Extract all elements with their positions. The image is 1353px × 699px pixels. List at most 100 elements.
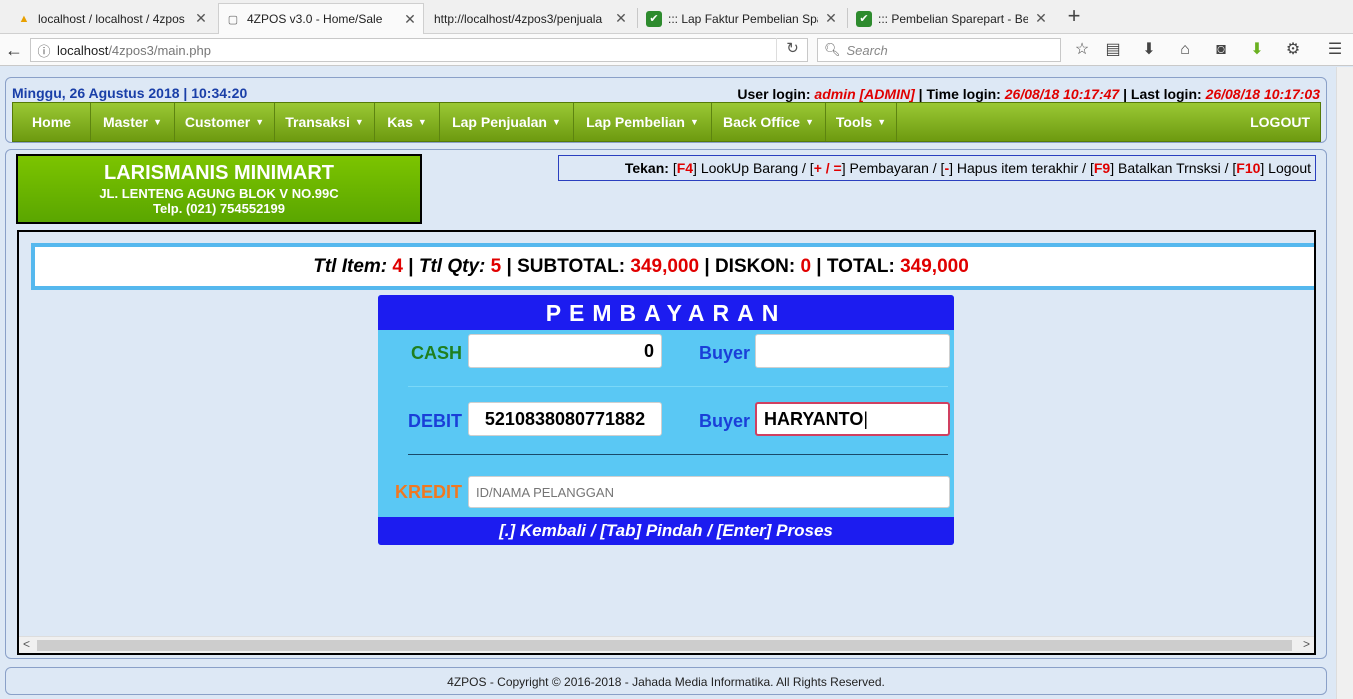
tab-title: ::: Lap Faktur Pembelian Spa <box>668 11 818 26</box>
total-label: TOTAL: <box>826 255 895 277</box>
diskon-value: 0 <box>800 255 812 277</box>
debit-card-input[interactable]: 5210838080771882 <box>468 402 662 436</box>
pocket-icon[interactable]: ◙ <box>1210 40 1232 62</box>
hotkey-desc: Pembayaran <box>849 160 929 176</box>
hotkey-desc: Hapus item terakhir <box>956 160 1079 176</box>
close-tab-icon[interactable]: ✕ <box>403 11 417 28</box>
hotkeys-prefix: Tekan: <box>624 160 673 176</box>
caret-down-icon: ▼ <box>689 117 699 127</box>
browser-tab-penjualan[interactable]: http://localhost/4zpos3/penjuala ✕ <box>428 3 634 34</box>
menu-kas[interactable]: Kas ▼ <box>375 103 440 141</box>
tab-title: http://localhost/4zpos3/penjuala <box>434 11 603 26</box>
tab-title: ::: Pembelian Sparepart - Ber <box>878 11 1028 26</box>
horizontal-scrollbar[interactable]: < > <box>19 636 1314 653</box>
shield-icon: ✔ <box>856 10 872 27</box>
tab-divider <box>637 8 638 28</box>
caret-down-icon: ▼ <box>153 117 163 127</box>
cash-buyer-input[interactable] <box>755 334 950 368</box>
debit-label: DEBIT <box>408 411 462 431</box>
menu-home[interactable]: Home <box>13 103 91 141</box>
hotkey-desc: Logout <box>1268 160 1311 176</box>
tab-title: 4ZPOS v3.0 - Home/Sale <box>247 12 383 26</box>
caret-down-icon: ▼ <box>417 117 427 127</box>
page-footer: 4ZPOS - Copyright © 2016-2018 - Jahada M… <box>5 667 1327 695</box>
time-login-label: Time login: <box>926 86 1001 102</box>
transaction-summary: Ttl Item: 4 | Ttl Qty: 5 | SUBTOTAL: 349… <box>31 243 1314 290</box>
hotkey-key: + / = <box>813 160 842 176</box>
vertical-scrollbar[interactable] <box>1336 67 1353 699</box>
browser-tab-phpmyadmin[interactable]: ▲ localhost / localhost / 4zpos ✕ <box>10 3 214 34</box>
back-arrow-icon[interactable]: ← <box>2 38 26 62</box>
store-address: JL. LENTENG AGUNG BLOK V NO.99C <box>99 186 339 201</box>
close-tab-icon[interactable]: ✕ <box>1034 10 1048 27</box>
menu-lap-penjualan[interactable]: Lap Penjualan ▼ <box>440 103 574 141</box>
hotkey-desc: LookUp Barang <box>700 160 799 176</box>
new-tab-button[interactable]: + <box>1062 5 1086 29</box>
divider <box>408 386 948 387</box>
subtotal-label: SUBTOTAL: <box>517 255 626 277</box>
hotkey-key: F9 <box>1093 160 1111 176</box>
scroll-thumb[interactable] <box>37 640 1292 651</box>
addon-gear-icon[interactable]: ⚙ <box>1282 40 1304 62</box>
caret-down-icon: ▼ <box>877 117 887 127</box>
scroll-left-icon[interactable]: < <box>23 637 30 651</box>
divider <box>408 454 948 455</box>
download-icon[interactable]: ⬇ <box>1138 40 1160 62</box>
login-info: User login: admin [ADMIN] | Time login: … <box>737 86 1320 102</box>
browser-tab-pembelian-sparepart[interactable]: ✔ ::: Pembelian Sparepart - Ber ✕ <box>850 3 1054 34</box>
caret-down-icon: ▼ <box>805 117 814 127</box>
close-tab-icon[interactable]: ✕ <box>824 10 838 27</box>
menu-back-office[interactable]: Back Office ▼ <box>712 103 826 141</box>
home-icon[interactable]: ⌂ <box>1174 40 1196 62</box>
reload-icon[interactable]: ↻ <box>776 38 808 62</box>
total-value: 349,000 <box>900 255 969 277</box>
tab-divider <box>847 8 848 28</box>
scroll-right-icon[interactable]: > <box>1303 637 1310 651</box>
payment-dialog: PEMBAYARAN CASH 0 Buyer DEBIT 5210838080… <box>378 295 954 545</box>
menu-customer[interactable]: Customer ▼ <box>175 103 275 141</box>
page-icon: ▢ <box>227 13 239 26</box>
page-viewport: Minggu, 26 Agustus 2018 | 10:34:20 User … <box>0 67 1353 699</box>
debit-buyer-input[interactable]: HARYANTO | <box>755 402 950 436</box>
browser-tab-bar: ▲ localhost / localhost / 4zpos ✕ ▢ 4ZPO… <box>0 0 1353 34</box>
current-datetime: Minggu, 26 Agustus 2018 | 10:34:20 <box>12 85 248 101</box>
menu-transaksi[interactable]: Transaksi ▼ <box>275 103 375 141</box>
caret-down-icon: ▼ <box>552 117 561 127</box>
menu-lap-pembelian[interactable]: Lap Pembelian ▼ <box>574 103 712 141</box>
menu-tools[interactable]: Tools ▼ <box>826 103 897 141</box>
caret-down-icon: ▼ <box>354 117 364 127</box>
hotkey-key: - <box>944 160 950 176</box>
kredit-customer-input[interactable] <box>468 476 950 508</box>
addon-download-icon[interactable]: ⬇ <box>1246 40 1268 62</box>
tab-title: localhost / localhost / 4zpos <box>38 11 185 26</box>
logout-button[interactable]: LOGOUT <box>1250 103 1310 141</box>
close-tab-icon[interactable]: ✕ <box>194 10 208 27</box>
url-text: localhost/4zpos3/main.php <box>57 42 211 58</box>
cash-input[interactable]: 0 <box>468 334 662 368</box>
info-icon[interactable]: ⓘ <box>31 41 57 60</box>
ttl-qty-label: Ttl Qty: <box>418 255 486 277</box>
hamburger-menu-icon[interactable]: ☰ <box>1324 40 1346 62</box>
payment-title: PEMBAYARAN <box>378 295 954 330</box>
ttl-item-label: Ttl Item: <box>313 255 388 277</box>
diskon-label: DISKON: <box>714 255 796 277</box>
browser-tab-4zpos[interactable]: ▢ 4ZPOS v3.0 - Home/Sale ✕ <box>218 3 424 34</box>
reading-list-icon[interactable]: ▤ <box>1102 40 1124 62</box>
search-input[interactable]: 🔍︎ Search <box>817 38 1061 62</box>
star-icon[interactable]: ☆ <box>1071 40 1093 62</box>
store-name: LARISMANIS MINIMART <box>104 162 334 184</box>
debit-buyer-label: Buyer <box>698 411 750 431</box>
cash-label: CASH <box>410 343 462 363</box>
last-login-value: 26/08/18 10:17:03 <box>1205 86 1320 102</box>
main-menu-bar: Home Master ▼ Customer ▼ Transaksi ▼ Kas ▼ L… <box>12 102 1321 142</box>
subtotal-value: 349,000 <box>630 255 700 277</box>
menu-master[interactable]: Master ▼ <box>91 103 175 141</box>
url-bar[interactable]: ⓘ localhost/4zpos3/main.php <box>30 38 808 62</box>
browser-tab-lap-faktur[interactable]: ✔ ::: Lap Faktur Pembelian Spa ✕ <box>640 3 844 34</box>
shield-icon: ✔ <box>646 10 662 27</box>
main-panel: LARISMANIS MINIMART JL. LENTENG AGUNG BL… <box>5 149 1327 659</box>
text-cursor: | <box>863 408 869 429</box>
close-tab-icon[interactable]: ✕ <box>614 10 628 27</box>
pma-icon: ▲ <box>18 12 30 25</box>
hotkey-desc: Batalkan Trnsksi <box>1117 160 1221 176</box>
